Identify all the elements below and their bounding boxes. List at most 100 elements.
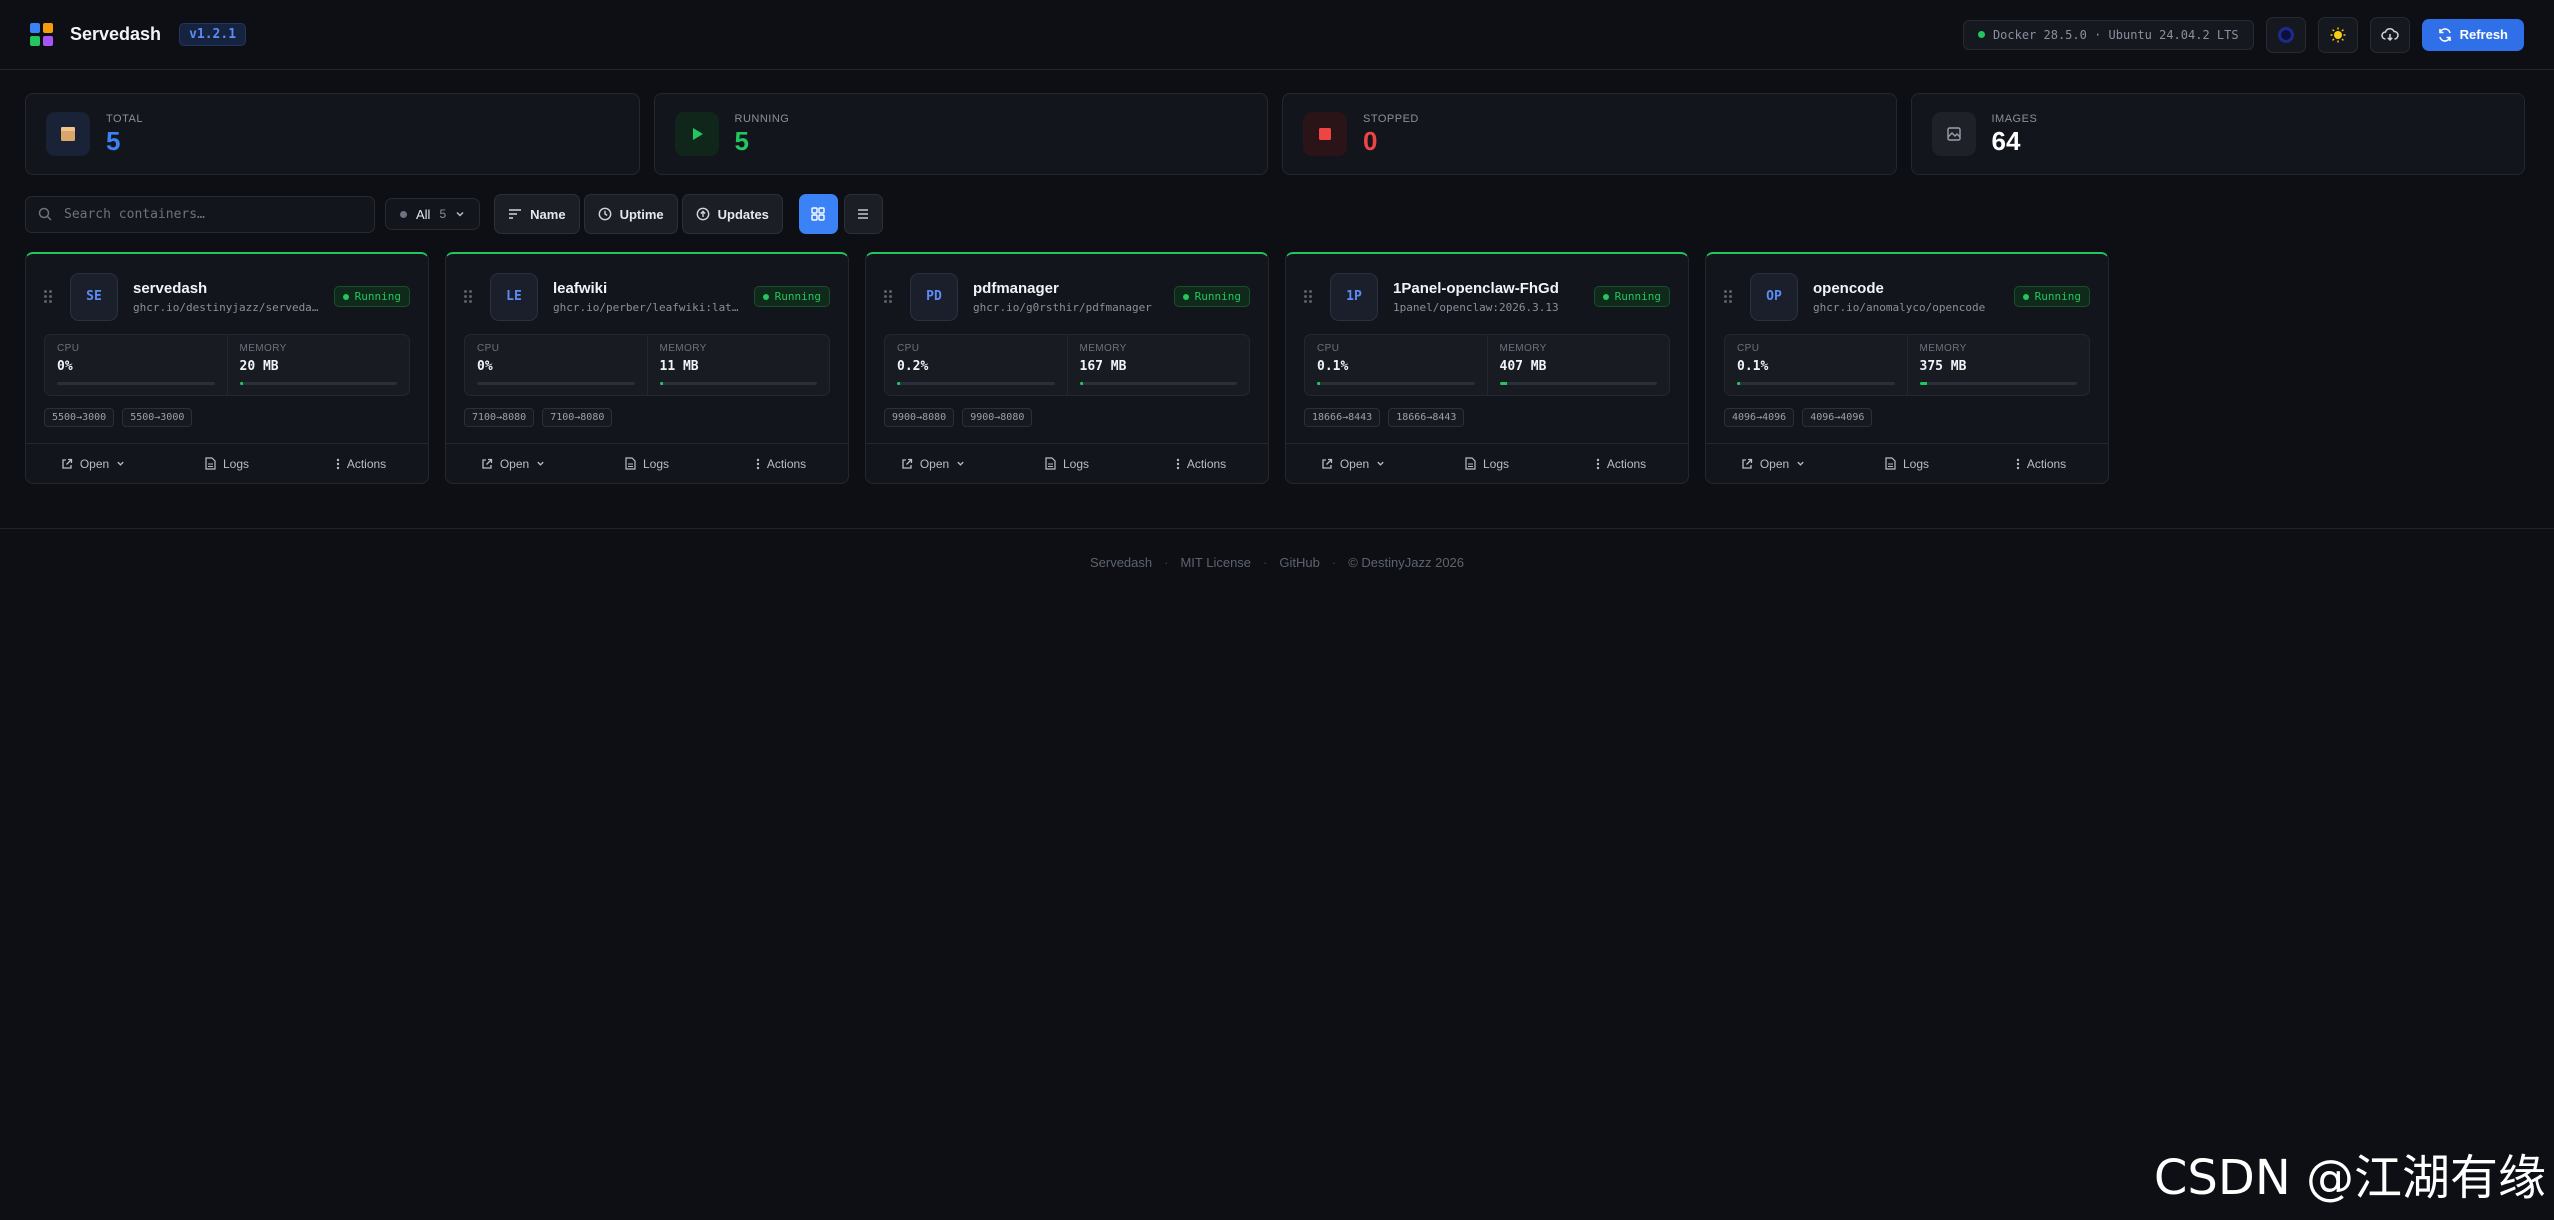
actions-label: Actions <box>346 456 387 471</box>
cpu-bar <box>1317 382 1475 385</box>
external-link-icon <box>1322 458 1332 469</box>
memory-bar <box>1919 382 2077 385</box>
open-button[interactable]: Open <box>1706 444 1840 483</box>
cpu-value: 0% <box>477 359 493 374</box>
update-button[interactable] <box>2369 16 2410 53</box>
sort-updates-button[interactable]: Updates <box>681 194 783 234</box>
footer-copyright: © DestinyJazz 2026 <box>1348 555 1465 570</box>
memory-bar <box>239 382 397 385</box>
list-view-button[interactable] <box>843 194 883 234</box>
cpu-metric: CPU 0.2% <box>885 335 1067 395</box>
actions-button[interactable]: Actions <box>294 444 428 483</box>
memory-metric: MEMORY 20 MB <box>226 335 410 395</box>
container-card[interactable]: LE leafwiki ghcr.io/perber/leafwiki:late… <box>445 252 849 484</box>
drag-handle-icon[interactable] <box>464 290 476 303</box>
github-button[interactable] <box>2265 16 2306 53</box>
cpu-bar <box>897 382 1055 385</box>
card-actions: Open Logs Actions <box>1286 443 1688 483</box>
container-image: ghcr.io/destinyjazz/servedash <box>133 300 324 314</box>
port-mapping[interactable]: 9900→8080 <box>884 408 955 427</box>
open-button[interactable]: Open <box>866 444 1000 483</box>
port-mapping[interactable]: 18666→8443 <box>1388 408 1465 427</box>
grid-view-button[interactable] <box>798 194 838 234</box>
port-mapping[interactable]: 18666→8443 <box>1304 408 1381 427</box>
cpu-bar-fill <box>1737 382 1741 385</box>
container-name: opencode <box>1813 279 1884 297</box>
port-mapping[interactable]: 7100→8080 <box>464 408 535 427</box>
port-mapping[interactable]: 9900→8080 <box>962 408 1033 427</box>
chevron-down-icon <box>1377 461 1384 466</box>
logs-button[interactable]: Logs <box>580 444 714 483</box>
drag-handle-icon[interactable] <box>44 290 56 303</box>
actions-button[interactable]: Actions <box>1974 444 2108 483</box>
container-avatar: SE <box>70 272 118 321</box>
container-card[interactable]: PD pdfmanager ghcr.io/g0rsthir/pdfmanage… <box>865 252 1269 484</box>
open-button[interactable]: Open <box>1286 444 1420 483</box>
metrics-panel: CPU 0.1% MEMORY 407 MB <box>1304 334 1670 396</box>
container-avatar: OP <box>1750 272 1798 321</box>
actions-button[interactable]: Actions <box>1134 444 1268 483</box>
open-button[interactable]: Open <box>26 444 160 483</box>
status-badge: Running <box>753 286 830 307</box>
memory-metric: MEMORY 167 MB <box>1066 335 1250 395</box>
status-badge: Running <box>333 286 410 307</box>
logs-button[interactable]: Logs <box>1000 444 1134 483</box>
open-button[interactable]: Open <box>446 444 580 483</box>
stat-total: TOTAL 5 <box>25 93 640 175</box>
logs-button[interactable]: Logs <box>160 444 294 483</box>
status-filter-dropdown[interactable]: All 5 <box>385 198 481 230</box>
memory-metric: MEMORY 407 MB <box>1486 335 1670 395</box>
refresh-icon <box>2438 27 2451 42</box>
cloud-download-icon <box>2380 27 2399 41</box>
port-mapping[interactable]: 4096→4096 <box>1724 408 1795 427</box>
search-box[interactable] <box>25 195 375 233</box>
status-dot-icon <box>1602 293 1609 300</box>
cpu-bar-fill <box>1317 382 1321 385</box>
more-vertical-icon <box>336 458 340 469</box>
chevron-down-icon <box>957 461 964 466</box>
container-name: pdfmanager <box>973 279 1059 297</box>
stat-value: 5 <box>734 126 749 156</box>
status-dot-icon <box>1977 31 1985 38</box>
footer-github-link[interactable]: GitHub <box>1279 555 1319 570</box>
theme-toggle-button[interactable] <box>2317 16 2358 53</box>
port-mapping[interactable]: 4096→4096 <box>1802 408 1873 427</box>
actions-label: Actions <box>2026 456 2067 471</box>
system-info-text: Docker 28.5.0 · Ubuntu 24.04.2 LTS <box>1992 27 2239 42</box>
app-logo-icon <box>30 22 54 47</box>
sort-name-button[interactable]: Name <box>494 194 580 234</box>
logs-button[interactable]: Logs <box>1840 444 1974 483</box>
actions-label: Actions <box>1186 456 1227 471</box>
container-name: leafwiki <box>553 279 608 297</box>
footer-license-link[interactable]: MIT License <box>1180 555 1251 570</box>
port-mapping[interactable]: 5500→3000 <box>122 408 193 427</box>
drag-handle-icon[interactable] <box>1304 290 1316 303</box>
container-card[interactable]: 1P 1Panel-openclaw-FhGd 1panel/openclaw:… <box>1285 252 1689 484</box>
stat-value: 5 <box>106 126 121 156</box>
logs-button[interactable]: Logs <box>1420 444 1554 483</box>
actions-button[interactable]: Actions <box>714 444 848 483</box>
actions-label: Actions <box>766 456 807 471</box>
container-card[interactable]: SE servedash ghcr.io/destinyjazz/serveda… <box>25 252 429 484</box>
system-info: Docker 28.5.0 · Ubuntu 24.04.2 LTS <box>1962 19 2254 50</box>
port-mapping[interactable]: 5500→3000 <box>44 408 115 427</box>
sort-uptime-button[interactable]: Uptime <box>583 194 678 234</box>
footer-brand-link[interactable]: Servedash <box>1090 555 1152 570</box>
stat-label: TOTAL <box>106 113 143 125</box>
container-card[interactable]: OP opencode ghcr.io/anomalyco/opencode R… <box>1705 252 2109 484</box>
container-image: 1panel/openclaw:2026.3.13 <box>1393 300 1559 314</box>
drag-handle-icon[interactable] <box>884 290 896 303</box>
sort-name-label: Name <box>530 206 566 222</box>
memory-bar-fill <box>1499 382 1508 385</box>
drag-handle-icon[interactable] <box>1724 290 1736 303</box>
card-actions: Open Logs Actions <box>26 443 428 483</box>
memory-metric: MEMORY 11 MB <box>646 335 830 395</box>
cpu-label: CPU <box>897 343 920 354</box>
port-mapping[interactable]: 7100→8080 <box>542 408 613 427</box>
search-input[interactable] <box>64 206 344 222</box>
refresh-button[interactable]: Refresh <box>2421 18 2524 51</box>
sort-updates-label: Updates <box>717 206 769 222</box>
actions-button[interactable]: Actions <box>1554 444 1688 483</box>
cpu-metric: CPU 0.1% <box>1725 335 1907 395</box>
more-vertical-icon <box>2016 458 2020 469</box>
